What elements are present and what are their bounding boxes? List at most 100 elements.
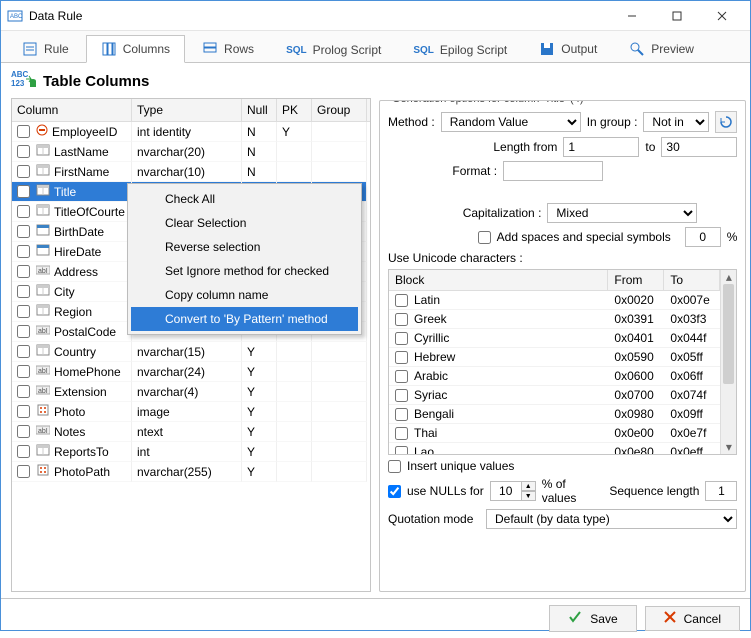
- unicode-row-checkbox[interactable]: [395, 351, 408, 364]
- row-checkbox[interactable]: [17, 125, 30, 138]
- unicode-row[interactable]: Arabic0x06000x06ff: [389, 367, 720, 386]
- col-header-column[interactable]: Column: [12, 99, 132, 121]
- rule-icon: [22, 41, 38, 57]
- tab-rows[interactable]: Rows: [187, 35, 269, 62]
- length-to-input[interactable]: [661, 137, 737, 157]
- seqlen-input[interactable]: [705, 481, 737, 501]
- spin-down-icon[interactable]: ▼: [522, 491, 536, 501]
- ingroup-select[interactable]: Not in: [643, 112, 709, 132]
- unicode-row-checkbox[interactable]: [395, 332, 408, 345]
- cancel-button[interactable]: Cancel: [645, 606, 740, 631]
- row-checkbox[interactable]: [17, 445, 30, 458]
- scroll-thumb[interactable]: [723, 284, 734, 384]
- tab-prolog[interactable]: SQL Prolog Script: [271, 37, 396, 62]
- uni-header-block[interactable]: Block: [389, 270, 608, 290]
- unicode-row[interactable]: Lao0x0e800x0eff: [389, 443, 720, 454]
- unicode-table[interactable]: Block From To Latin0x00200x007e Greek0x0…: [388, 269, 737, 455]
- menu-clear-selection[interactable]: Clear Selection: [131, 211, 358, 235]
- row-checkbox[interactable]: [17, 205, 30, 218]
- menu-copy-column-name[interactable]: Copy column name: [131, 283, 358, 307]
- unicode-scrollbar[interactable]: ▴ ▾: [720, 270, 736, 454]
- row-checkbox[interactable]: [17, 405, 30, 418]
- minimize-button[interactable]: [609, 2, 654, 30]
- unicode-row[interactable]: Latin0x00200x007e: [389, 291, 720, 310]
- unicode-row[interactable]: Syriac0x07000x074f: [389, 386, 720, 405]
- tab-output[interactable]: Output: [524, 35, 612, 62]
- column-name: Extension: [54, 385, 107, 399]
- svg-text:ABC: ABC: [11, 70, 29, 79]
- menu-convert-by-pattern[interactable]: Convert to 'By Pattern' method: [131, 307, 358, 331]
- unicode-row-checkbox[interactable]: [395, 408, 408, 421]
- row-checkbox[interactable]: [17, 325, 30, 338]
- table-row[interactable]: Countrynvarchar(15)Y: [12, 342, 370, 362]
- uni-header-to[interactable]: To: [664, 270, 720, 290]
- refresh-icon-button[interactable]: [715, 111, 737, 133]
- scroll-down-icon[interactable]: ▾: [721, 440, 736, 454]
- table-row[interactable]: ReportsTointY: [12, 442, 370, 462]
- table-row[interactable]: FirstNamenvarchar(10)N: [12, 162, 370, 182]
- unicode-row[interactable]: Hebrew0x05900x05ff: [389, 348, 720, 367]
- tab-columns[interactable]: Columns: [86, 35, 185, 63]
- menu-check-all[interactable]: Check All: [131, 187, 358, 211]
- length-from-input[interactable]: [563, 137, 639, 157]
- unicode-row[interactable]: Cyrillic0x04010x044f: [389, 329, 720, 348]
- sql-icon: SQL: [286, 45, 307, 56]
- unicode-row-checkbox[interactable]: [395, 389, 408, 402]
- nulls-pct-input[interactable]: [490, 481, 522, 501]
- row-checkbox[interactable]: [17, 365, 30, 378]
- uni-header-from[interactable]: From: [608, 270, 664, 290]
- col-header-group[interactable]: Group: [312, 99, 367, 121]
- col-header-null[interactable]: Null: [242, 99, 277, 121]
- row-checkbox[interactable]: [17, 165, 30, 178]
- columns-grid[interactable]: Column Type Null PK Group EmployeeIDint …: [11, 98, 371, 592]
- save-button[interactable]: Save: [549, 605, 636, 632]
- row-checkbox[interactable]: [17, 425, 30, 438]
- unicode-row-checkbox[interactable]: [395, 313, 408, 326]
- unicode-row[interactable]: Thai0x0e000x0e7f: [389, 424, 720, 443]
- tab-preview[interactable]: Preview: [614, 35, 709, 62]
- unicode-row[interactable]: Greek0x03910x03f3: [389, 310, 720, 329]
- row-checkbox[interactable]: [17, 265, 30, 278]
- row-checkbox[interactable]: [17, 225, 30, 238]
- table-row[interactable]: abIHomePhonenvarchar(24)Y: [12, 362, 370, 382]
- tab-rule[interactable]: Rule: [7, 35, 84, 62]
- table-row[interactable]: EmployeeIDint identityNY: [12, 122, 370, 142]
- row-checkbox[interactable]: [17, 385, 30, 398]
- row-checkbox[interactable]: [17, 285, 30, 298]
- unicode-row-checkbox[interactable]: [395, 446, 408, 455]
- add-special-checkbox[interactable]: [478, 231, 491, 244]
- unicode-block-name: Lao: [414, 445, 434, 454]
- scroll-up-icon[interactable]: ▴: [721, 270, 736, 284]
- table-row[interactable]: abIExtensionnvarchar(4)Y: [12, 382, 370, 402]
- row-checkbox[interactable]: [17, 145, 30, 158]
- row-checkbox[interactable]: [17, 305, 30, 318]
- format-input[interactable]: [503, 161, 603, 181]
- col-header-pk[interactable]: PK: [277, 99, 312, 121]
- add-special-pct-input[interactable]: [685, 227, 721, 247]
- spin-up-icon[interactable]: ▲: [522, 481, 536, 491]
- quotation-select[interactable]: Default (by data type): [486, 509, 737, 529]
- unicode-row[interactable]: Bengali0x09800x09ff: [389, 405, 720, 424]
- insert-unique-checkbox[interactable]: [388, 460, 401, 473]
- close-button[interactable]: [699, 2, 744, 30]
- row-checkbox[interactable]: [17, 465, 30, 478]
- table-row[interactable]: LastNamenvarchar(20)N: [12, 142, 370, 162]
- use-nulls-checkbox[interactable]: [388, 485, 401, 498]
- row-checkbox[interactable]: [17, 245, 30, 258]
- row-checkbox[interactable]: [17, 185, 30, 198]
- table-row[interactable]: PhotoimageY: [12, 402, 370, 422]
- unicode-row-checkbox[interactable]: [395, 370, 408, 383]
- row-checkbox[interactable]: [17, 345, 30, 358]
- unicode-to: 0x06ff: [664, 367, 720, 386]
- col-header-type[interactable]: Type: [132, 99, 242, 121]
- unicode-row-checkbox[interactable]: [395, 294, 408, 307]
- table-row[interactable]: abINotesntextY: [12, 422, 370, 442]
- table-row[interactable]: PhotoPathnvarchar(255)Y: [12, 462, 370, 482]
- menu-reverse-selection[interactable]: Reverse selection: [131, 235, 358, 259]
- method-select[interactable]: Random Value: [441, 112, 581, 132]
- maximize-button[interactable]: [654, 2, 699, 30]
- capitalization-select[interactable]: Mixed: [547, 203, 697, 223]
- tab-epilog[interactable]: SQL Epilog Script: [398, 37, 522, 62]
- unicode-row-checkbox[interactable]: [395, 427, 408, 440]
- menu-set-ignore[interactable]: Set Ignore method for checked: [131, 259, 358, 283]
